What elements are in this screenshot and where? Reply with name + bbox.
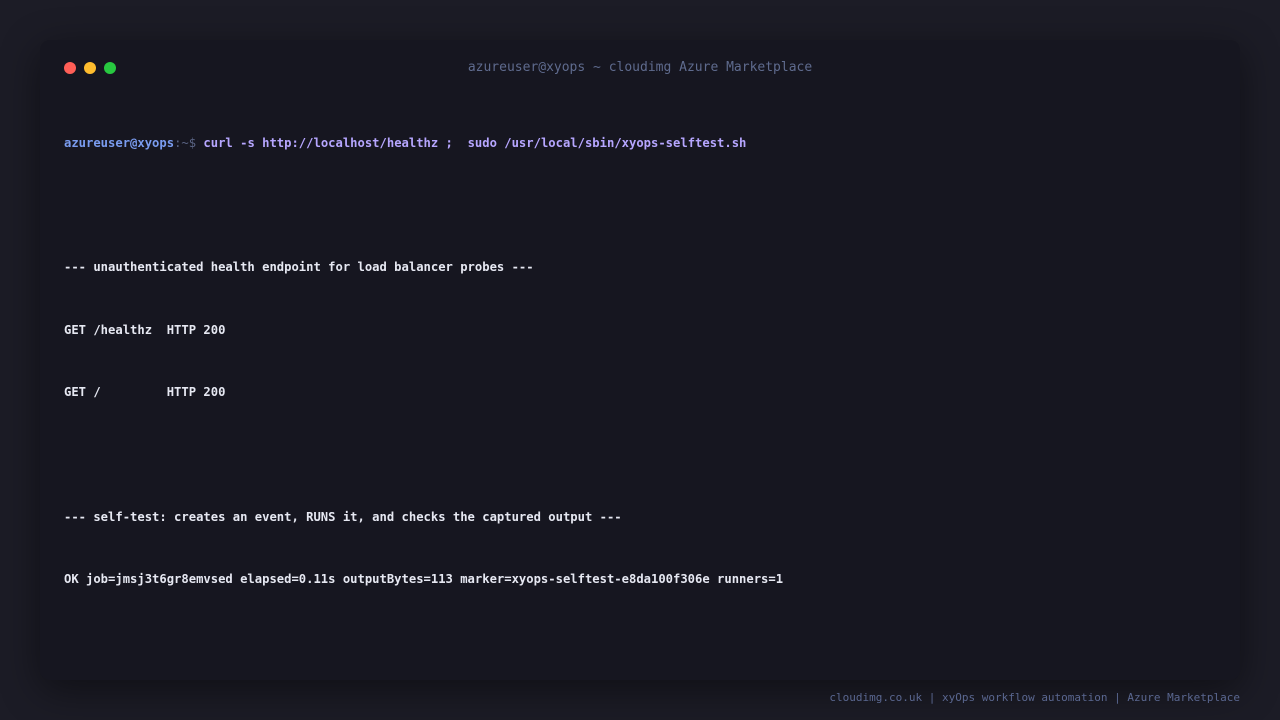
health-header: --- unauthenticated health endpoint for … bbox=[64, 260, 534, 275]
command-text: curl -s http://localhost/healthz ; sudo … bbox=[203, 135, 747, 150]
terminal-output[interactable]: azureuser@xyops:~$ curl -s http://localh… bbox=[64, 91, 1216, 632]
health-result-root: GET / HTTP 200 bbox=[64, 385, 226, 400]
footer-caption: cloudimg.co.uk | xyOps workflow automati… bbox=[829, 691, 1240, 704]
selftest-result: OK job=jmsj3t6gr8emvsed elapsed=0.11s ou… bbox=[64, 572, 784, 587]
prompt-user-host: azureuser@xyops bbox=[64, 135, 175, 150]
health-result-healthz: GET /healthz HTTP 200 bbox=[64, 322, 226, 337]
window-title: azureuser@xyops ~ cloudimg Azure Marketp… bbox=[467, 60, 813, 75]
selftest-header: --- self-test: creates an event, RUNS it… bbox=[64, 509, 622, 524]
terminal-window[interactable]: azureuser@xyops ~ cloudimg Azure Marketp… bbox=[40, 40, 1240, 680]
command-line: azureuser@xyops:~$ curl -s http://localh… bbox=[64, 133, 1216, 154]
prompt-path: :~$ bbox=[174, 135, 204, 150]
